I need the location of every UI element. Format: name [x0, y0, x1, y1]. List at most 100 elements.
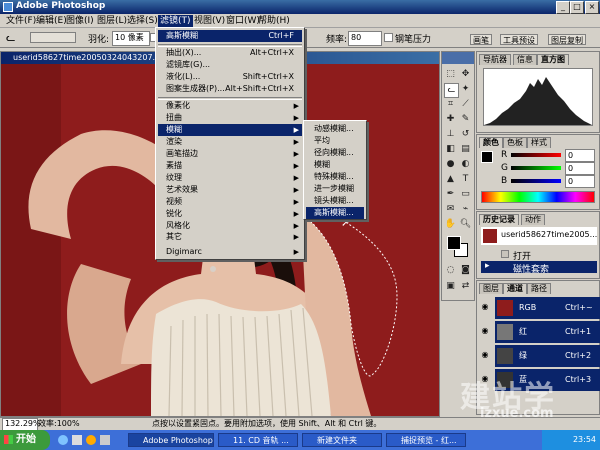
zoom-tool-icon[interactable]: 🔍︎	[459, 218, 472, 231]
menu-filter[interactable]: 滤镜(T)	[158, 15, 193, 27]
menu-select[interactable]: 选择(S)	[125, 15, 160, 27]
crop-tool-icon[interactable]: ⌗	[444, 98, 457, 111]
frequency-input[interactable]: 80	[348, 31, 382, 46]
lasso-tool-icon[interactable]: ᓚ	[444, 83, 459, 98]
menu-item-filter-gallery[interactable]: 滤镜库(G)...	[158, 59, 302, 71]
path-select-icon[interactable]: ▲	[444, 173, 457, 186]
submenu-gaussian-blur[interactable]: 高斯模糊...	[306, 207, 364, 219]
gradient-tool-icon[interactable]: ▤	[459, 143, 472, 156]
tab-styles[interactable]: 样式	[527, 137, 551, 148]
history-brush-icon[interactable]: ↺	[459, 128, 472, 141]
standard-mode-icon[interactable]: ◙	[459, 264, 472, 277]
hand-tool-icon[interactable]: ✋	[444, 218, 457, 231]
pen-tool-icon[interactable]: ✒	[444, 188, 457, 201]
tab-layers[interactable]: 图层	[479, 283, 503, 294]
channel-b-value[interactable]: 0	[565, 175, 595, 188]
tab-color[interactable]: 颜色	[479, 137, 503, 148]
brush-tool-icon[interactable]: ✎	[459, 113, 472, 126]
channel-row-rgb[interactable]: ◉ RGB Ctrl+~	[479, 297, 600, 319]
submenu-smart-blur[interactable]: 特殊模糊...	[306, 171, 364, 183]
menu-view[interactable]: 视图(V)	[192, 15, 227, 27]
menu-item-liquify[interactable]: 液化(L)... Shift+Ctrl+X	[158, 71, 302, 83]
palette-tab-layer-comps[interactable]: 图层复制	[548, 34, 586, 45]
channel-b-slider[interactable]	[511, 179, 561, 183]
task-cd-track[interactable]: 11. CD 音轨 ...	[218, 433, 298, 447]
menu-item-video[interactable]: 视频 ▶	[158, 196, 302, 208]
tab-info[interactable]: 信息	[513, 54, 537, 65]
menu-item-other[interactable]: 其它 ▶	[158, 232, 302, 242]
dodge-tool-icon[interactable]: ◐	[459, 158, 472, 171]
tab-history[interactable]: 历史记录	[479, 214, 519, 225]
stamp-tool-icon[interactable]: ⊥	[444, 128, 457, 141]
blur-tool-icon[interactable]: ●	[444, 158, 457, 171]
eye-icon[interactable]: ◉	[479, 325, 491, 337]
magic-wand-icon[interactable]: ✦	[459, 83, 472, 96]
maximize-button[interactable]: □	[570, 1, 584, 14]
type-tool-icon[interactable]: T	[459, 173, 472, 186]
eye-icon[interactable]: ◉	[479, 349, 491, 361]
menu-item-pattern-maker[interactable]: 图案生成器(P)... Alt+Shift+Ctrl+X	[158, 83, 302, 95]
eyedropper-icon[interactable]: ⌁	[459, 203, 472, 216]
selection-mode-icons[interactable]	[30, 32, 76, 43]
channel-r-slider[interactable]	[511, 153, 561, 157]
menu-item-distort[interactable]: 扭曲 ▶	[158, 112, 302, 124]
menu-item-digimarc[interactable]: Digimarc ▶	[158, 246, 302, 258]
submenu-lens-blur[interactable]: 镜头模糊...	[306, 195, 364, 207]
lasso-tool-icon[interactable]: ᓚ	[6, 31, 22, 44]
submenu-average[interactable]: 平均	[306, 135, 364, 147]
menu-item-sketch[interactable]: 素描 ▶	[158, 160, 302, 172]
channel-r-value[interactable]: 0	[565, 149, 595, 162]
history-step-magnetic-lasso[interactable]: ▸ 磁性套索	[481, 261, 597, 275]
submenu-motion-blur[interactable]: 动感模糊...	[306, 123, 364, 135]
quick-mask-icon[interactable]: ◌	[444, 264, 457, 277]
tab-paths[interactable]: 路径	[527, 283, 551, 294]
close-button[interactable]: ×	[585, 1, 599, 14]
menu-layer[interactable]: 图层(L)	[95, 15, 129, 27]
color-ramp[interactable]	[481, 191, 595, 203]
tab-swatches[interactable]: 色板	[503, 137, 527, 148]
submenu-radial-blur[interactable]: 径向模糊...	[306, 147, 364, 159]
quicklaunch-ie-icon[interactable]	[58, 435, 68, 445]
screen-mode-icon[interactable]: ▣	[444, 280, 457, 293]
feather-input[interactable]: 10 像素	[112, 31, 150, 46]
quicklaunch-app-icon[interactable]	[100, 435, 110, 445]
submenu-blur[interactable]: 模糊	[306, 159, 364, 171]
channel-row-green[interactable]: ◉ 绿 Ctrl+2	[479, 345, 600, 367]
notes-tool-icon[interactable]: ✉	[444, 203, 457, 216]
healing-brush-icon[interactable]: ✚	[444, 113, 457, 126]
quicklaunch-desktop-icon[interactable]	[72, 435, 82, 445]
tab-navigator[interactable]: 导航器	[479, 54, 511, 65]
palette-tab-tool-presets[interactable]: 工具预设	[500, 34, 538, 45]
efficiency-info[interactable]: 效率:100%	[38, 418, 80, 429]
fg-color-preview[interactable]	[481, 151, 493, 163]
task-capture-preview[interactable]: 捕捉预览 - 红...	[386, 433, 466, 447]
menu-item-render[interactable]: 渲染 ▶	[158, 136, 302, 148]
channel-row-red[interactable]: ◉ 红 Ctrl+1	[479, 321, 600, 343]
quicklaunch-media-icon[interactable]	[86, 435, 96, 445]
history-step-open[interactable]: 打开	[481, 248, 597, 262]
menu-item-pixelate[interactable]: 像素化 ▶	[158, 100, 302, 112]
submenu-blur-more[interactable]: 进一步模糊	[306, 183, 364, 195]
marquee-tool-icon[interactable]: ⬚	[444, 68, 457, 81]
slice-tool-icon[interactable]: ⟋	[459, 98, 472, 111]
jump-to-imageready-icon[interactable]: ⇄	[459, 280, 472, 293]
eraser-tool-icon[interactable]: ◧	[444, 143, 457, 156]
tab-actions[interactable]: 动作	[521, 214, 545, 225]
channel-g-slider[interactable]	[511, 166, 561, 170]
menu-item-texture[interactable]: 纹理 ▶	[158, 172, 302, 184]
menu-item-extract[interactable]: 抽出(X)... Alt+Ctrl+X	[158, 47, 302, 59]
minimize-button[interactable]: _	[556, 1, 570, 14]
menu-item-artistic[interactable]: 艺术效果 ▶	[158, 184, 302, 196]
history-snapshot[interactable]: userid58627time2005...	[481, 227, 597, 245]
menu-item-last-filter[interactable]: 高斯模糊 Ctrl+F	[158, 30, 302, 42]
pen-pressure-checkbox[interactable]	[384, 33, 393, 42]
menu-item-stylize[interactable]: 风格化 ▶	[158, 220, 302, 232]
menu-item-brush-strokes[interactable]: 画笔描边 ▶	[158, 148, 302, 160]
tab-channels[interactable]: 通道	[503, 283, 527, 294]
shape-tool-icon[interactable]: ▭	[459, 188, 472, 201]
menu-image[interactable]: 图像(I)	[64, 15, 96, 27]
palette-tab-brushes[interactable]: 画笔	[470, 34, 492, 45]
menu-item-sharpen[interactable]: 锐化 ▶	[158, 208, 302, 220]
tab-histogram[interactable]: 直方图	[537, 54, 569, 65]
task-new-folder[interactable]: 新建文件夹	[302, 433, 382, 447]
